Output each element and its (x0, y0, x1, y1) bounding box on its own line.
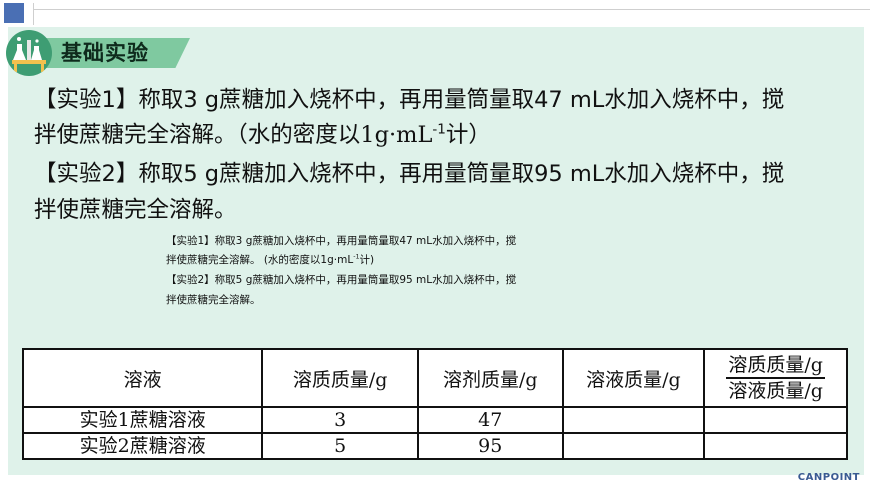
row-solute: 5 (261, 432, 419, 460)
density-value: 1g·mL (360, 122, 433, 148)
row-mass-ratio[interactable] (703, 406, 848, 434)
row-solute: 3 (261, 406, 419, 434)
header-mass-ratio: 溶质质量/g 溶液质量/g (703, 348, 848, 408)
table-row: 实验1蔗糖溶液 3 47 (21, 406, 848, 434)
experiment-1-text-line-2-main: 拌使蔗糖完全溶解。（水的密度以 (34, 122, 361, 148)
mass-ratio-fraction: 溶质质量/g 溶液质量/g (726, 353, 825, 403)
results-table: 溶液 溶质质量/g 溶剂质量/g 溶液质量/g 溶质质量/g 溶液质量/g 实验… (21, 348, 848, 460)
fraction-numerator: 溶质质量/g (726, 353, 825, 379)
small-copy-line-1: 【实验1】称取3 g蔗糖加入烧杯中，再用量筒量取47 mL水加入烧杯中，搅 (166, 235, 517, 247)
experiment-1-text-line-2-end: 计） (445, 122, 491, 148)
brand-logo: CANPOINT (797, 472, 860, 483)
experiment-2-text-line-2: 拌使蔗糖完全溶解。 (34, 197, 237, 223)
small-copy-line-4: 拌使蔗糖完全溶解。 (166, 294, 261, 306)
row-name: 实验1蔗糖溶液 (21, 406, 264, 434)
header-divider (33, 9, 870, 10)
header-solvent-mass: 溶剂质量/g (416, 348, 564, 408)
experiment-2-text-line-1: 【实验2】称取5 g蔗糖加入烧杯中，再用量筒量取95 mL水加入烧杯中，搅 (34, 161, 785, 187)
header-solute-mass: 溶质质量/g (261, 348, 419, 408)
experiment-1-text-line-2: 拌使蔗糖完全溶解。（水的密度以1g·mL-1计） (34, 120, 491, 150)
table-header-row: 溶液 溶质质量/g 溶剂质量/g 溶液质量/g 溶质质量/g 溶液质量/g (21, 348, 848, 408)
row-solution-mass[interactable] (561, 406, 706, 434)
small-copy-line-2-main: 拌使蔗糖完全溶解。 (水的密度以1g·mL (166, 254, 354, 266)
header-solution: 溶液 (21, 348, 264, 408)
section-title: 基础实验 (61, 41, 149, 65)
row-solution-mass[interactable] (561, 432, 706, 460)
density-exponent: -1 (432, 121, 446, 138)
small-copy-line-2: 拌使蔗糖完全溶解。 (水的密度以1g·mL-1计) (166, 253, 374, 268)
header-divider-vertical (33, 3, 34, 25)
fraction-denominator: 溶液质量/g (728, 380, 823, 402)
small-copy-line-3: 【实验2】称取5 g蔗糖加入烧杯中，再用量筒量取95 mL水加入烧杯中，搅 (166, 274, 517, 286)
experiment-1-text-line-1: 【实验1】称取3 g蔗糖加入烧杯中，再用量筒量取47 mL水加入烧杯中，搅 (34, 87, 785, 113)
table-row: 实验2蔗糖溶液 5 95 (21, 432, 848, 460)
row-solvent: 47 (416, 406, 564, 434)
header-solution-mass: 溶液质量/g (561, 348, 706, 408)
row-solvent: 95 (416, 432, 564, 460)
row-mass-ratio[interactable] (703, 432, 848, 460)
row-name: 实验2蔗糖溶液 (21, 432, 264, 460)
corner-marker (4, 3, 24, 23)
chemistry-flasks-icon (6, 30, 52, 76)
small-copy-line-2-end: 计) (359, 254, 375, 266)
